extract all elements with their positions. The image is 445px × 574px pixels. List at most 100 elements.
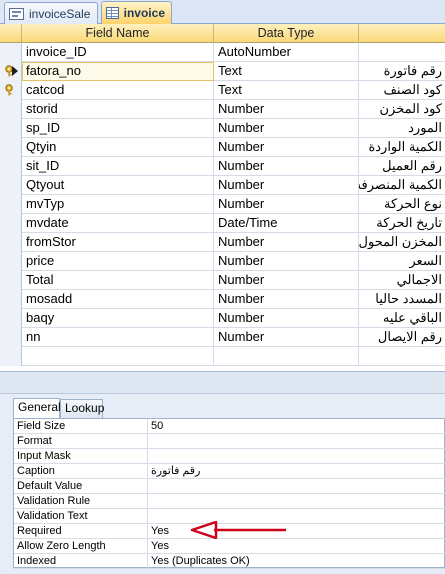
table-row[interactable]: price Number السعر [0,252,445,271]
description-cell[interactable]: رقم الايصال [359,328,445,347]
row-selector[interactable] [0,195,22,214]
row-selector[interactable] [0,290,22,309]
property-value[interactable] [148,494,445,509]
row-selector[interactable] [0,157,22,176]
field-name-cell[interactable]: Total [22,271,214,290]
description-cell[interactable]: تاريخ الحركة [359,214,445,233]
data-type-cell[interactable] [214,347,359,366]
description-cell[interactable]: رقم فاتورة [359,62,445,81]
row-selector[interactable] [0,347,22,366]
row-selector[interactable] [0,81,22,100]
data-type-cell[interactable]: Number [214,328,359,347]
property-value[interactable]: 50 [148,419,445,434]
description-cell[interactable]: المخزن المحول منه [359,233,445,252]
data-type-cell[interactable]: Number [214,290,359,309]
data-type-cell[interactable]: Number [214,176,359,195]
data-type-cell[interactable]: Number [214,195,359,214]
row-selector[interactable] [0,233,22,252]
data-type-cell[interactable]: Number [214,309,359,328]
data-type-cell[interactable]: Number [214,138,359,157]
field-name-cell[interactable]: Qtyout [22,176,214,195]
field-name-cell[interactable]: mvTyp [22,195,214,214]
field-name-cell[interactable] [22,347,214,366]
property-value[interactable]: Yes [148,539,445,554]
data-type-cell[interactable]: Number [214,233,359,252]
table-row[interactable]: storid Number كود المخزن [0,100,445,119]
table-row[interactable]: Total Number الاجمالي [0,271,445,290]
data-type-cell[interactable]: Text [214,62,359,81]
property-label: Field Size [14,419,148,434]
table-row[interactable]: mosadd Number المسدد حاليا [0,290,445,309]
table-row[interactable]: Qtyout Number الكمية المنصرفه [0,176,445,195]
description-cell[interactable]: الباقي عليه [359,309,445,328]
data-type-cell[interactable]: Date/Time [214,214,359,233]
description-cell[interactable]: المورد [359,119,445,138]
row-selector[interactable] [0,271,22,290]
field-name-cell[interactable]: fromStor [22,233,214,252]
field-name-cell[interactable]: sp_ID [22,119,214,138]
field-name-cell[interactable]: sit_ID [22,157,214,176]
property-value[interactable] [148,449,445,464]
table-row[interactable]: mvTyp Number نوع الحركة [0,195,445,214]
description-cell[interactable] [359,43,445,62]
table-row[interactable]: fatora_no Text رقم فاتورة [0,62,445,81]
description-cell[interactable]: رقم العميل [359,157,445,176]
table-row[interactable]: invoice_ID AutoNumber [0,43,445,62]
table-row[interactable]: sp_ID Number المورد [0,119,445,138]
description-cell[interactable]: المسدد حاليا [359,290,445,309]
row-selector[interactable] [0,309,22,328]
row-selector[interactable] [0,176,22,195]
row-selector[interactable] [0,138,22,157]
description-cell[interactable]: نوع الحركة [359,195,445,214]
description-cell[interactable]: الكمية الواردة [359,138,445,157]
description-cell[interactable] [359,347,445,366]
data-type-cell[interactable]: Number [214,252,359,271]
pane-splitter[interactable] [0,372,445,394]
tab-lookup[interactable]: Lookup [60,399,104,418]
table-row[interactable]: catcod Text كود الصنف [0,81,445,100]
table-row[interactable]: sit_ID Number رقم العميل [0,157,445,176]
tab-invoice[interactable]: invoice [101,1,172,24]
description-cell[interactable]: كود الصنف [359,81,445,100]
row-selector-header[interactable] [0,24,22,43]
field-name-cell[interactable]: invoice_ID [22,43,214,62]
field-name-cell[interactable]: mvdate [22,214,214,233]
row-selector[interactable] [0,328,22,347]
table-row[interactable]: nn Number رقم الايصال [0,328,445,347]
field-name-cell[interactable]: price [22,252,214,271]
tab-general[interactable]: General [13,398,61,418]
description-cell[interactable]: الاجمالي [359,271,445,290]
data-type-cell[interactable]: Number [214,271,359,290]
description-cell[interactable]: الكمية المنصرفه [359,176,445,195]
field-name-cell[interactable]: storid [22,100,214,119]
data-type-cell[interactable]: AutoNumber [214,43,359,62]
property-value[interactable]: رقم فاتورة [148,464,445,479]
field-name-cell[interactable]: Qtyin [22,138,214,157]
description-cell[interactable]: السعر [359,252,445,271]
row-selector[interactable] [0,119,22,138]
data-type-cell[interactable]: Text [214,81,359,100]
row-selector[interactable] [0,100,22,119]
field-name-cell[interactable]: fatora_no [22,62,214,81]
data-type-cell[interactable]: Number [214,119,359,138]
data-type-cell[interactable]: Number [214,100,359,119]
row-selector[interactable] [0,62,22,81]
field-name-cell[interactable]: nn [22,328,214,347]
property-value[interactable]: Yes (Duplicates OK) [148,554,445,569]
property-value[interactable] [148,479,445,494]
table-row[interactable] [0,347,445,366]
table-row[interactable]: mvdate Date/Time تاريخ الحركة [0,214,445,233]
row-selector[interactable] [0,252,22,271]
table-row[interactable]: fromStorNumberالمخزن المحول منه [0,233,445,252]
field-name-cell[interactable]: catcod [22,81,214,100]
tab-invoicesale[interactable]: invoiceSale [4,2,98,24]
row-selector[interactable] [0,43,22,62]
field-name-cell[interactable]: mosadd [22,290,214,309]
data-type-cell[interactable]: Number [214,157,359,176]
property-value[interactable] [148,434,445,449]
table-row[interactable]: baqy Number الباقي عليه [0,309,445,328]
row-selector[interactable] [0,214,22,233]
field-name-cell[interactable]: baqy [22,309,214,328]
table-row[interactable]: Qtyin Number الكمية الواردة [0,138,445,157]
description-cell[interactable]: كود المخزن [359,100,445,119]
